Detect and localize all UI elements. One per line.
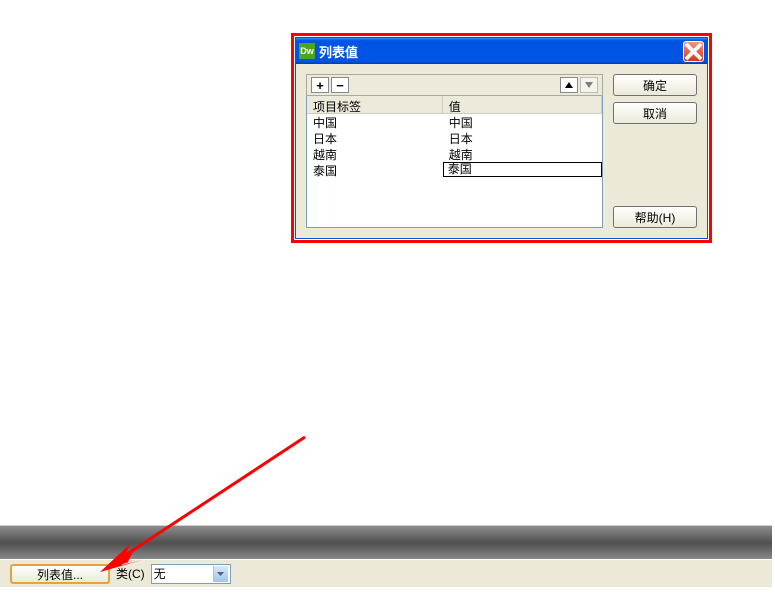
ok-button[interactable]: 确定 — [613, 74, 697, 96]
list-rows: 中国 中国 日本 日本 越南 越南 泰国 泰国 — [307, 114, 602, 178]
dropdown-arrow[interactable] — [213, 566, 228, 582]
class-select-value: 无 — [154, 565, 166, 582]
tag-bar — [0, 527, 772, 559]
cell-label[interactable]: 日本 — [307, 130, 443, 146]
triangle-up-icon — [564, 80, 574, 90]
move-up-button[interactable] — [560, 77, 578, 93]
class-label: 类(C) — [116, 565, 145, 582]
table-row[interactable]: 日本 日本 — [307, 130, 602, 146]
table-row[interactable]: 越南 越南 — [307, 146, 602, 162]
help-button[interactable]: 帮助(H) — [613, 206, 697, 228]
dialog-body: + − 项目标签 值 中国 中国 — [296, 64, 707, 238]
table-row[interactable]: 中国 中国 — [307, 114, 602, 130]
dialog-buttons: 确定 取消 帮助(H) — [613, 74, 697, 228]
cell-label[interactable]: 越南 — [307, 146, 443, 162]
app-icon: Dw — [299, 43, 315, 59]
property-inspector: 列表值... 类(C) 无 — [0, 559, 772, 587]
list-panel: + − 项目标签 值 中国 中国 — [306, 74, 603, 228]
list-header: 项目标签 值 — [307, 96, 602, 114]
cell-value[interactable]: 日本 — [443, 130, 602, 146]
list-values-dialog: Dw 列表值 + − 项目标签 值 — [295, 37, 708, 239]
list-values-button[interactable]: 列表值... — [10, 564, 110, 584]
dialog-title: 列表值 — [319, 42, 683, 61]
class-select[interactable]: 无 — [151, 564, 231, 584]
chevron-down-icon — [217, 572, 224, 576]
list-toolbar: + − — [306, 74, 603, 96]
cell-label[interactable]: 泰国 — [307, 162, 443, 178]
cell-value[interactable]: 越南 — [443, 146, 602, 162]
triangle-down-icon — [584, 80, 594, 90]
move-down-button — [580, 77, 598, 93]
cell-value[interactable]: 中国 — [443, 114, 602, 130]
close-icon — [684, 42, 703, 61]
cell-value-editing[interactable]: 泰国 — [443, 162, 602, 177]
add-button[interactable]: + — [311, 77, 329, 93]
close-button[interactable] — [683, 41, 704, 62]
table-row[interactable]: 泰国 泰国 — [307, 162, 602, 178]
titlebar[interactable]: Dw 列表值 — [296, 38, 707, 64]
remove-button[interactable]: − — [331, 77, 349, 93]
cancel-button[interactable]: 取消 — [613, 102, 697, 124]
column-header-value[interactable]: 值 — [443, 96, 602, 113]
cell-label[interactable]: 中国 — [307, 114, 443, 130]
list-container: 项目标签 值 中国 中国 日本 日本 越南 越南 — [306, 96, 603, 228]
column-header-label[interactable]: 项目标签 — [307, 96, 443, 113]
